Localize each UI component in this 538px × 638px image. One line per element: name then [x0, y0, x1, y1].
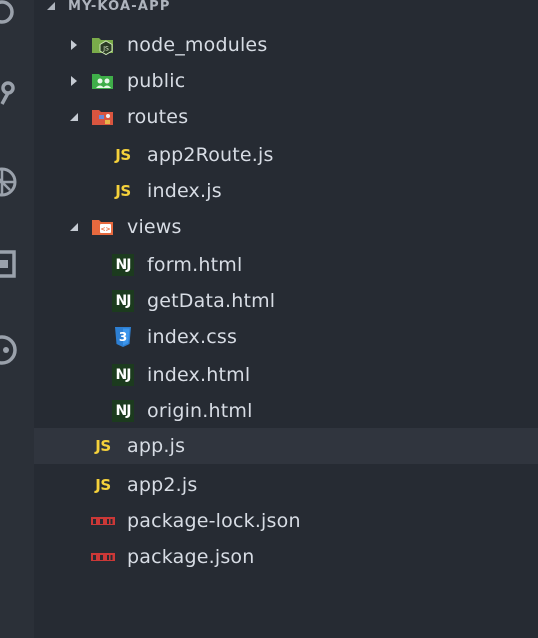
tree-item-routes[interactable]: routes: [34, 99, 538, 135]
search-icon[interactable]: [0, 0, 18, 32]
activity-bar: [0, 0, 34, 638]
chevron-down-icon: [47, 2, 55, 10]
tree-item-form-html[interactable]: NJ form.html: [34, 247, 538, 283]
svg-text:<>: <>: [100, 226, 110, 233]
tree-item-index-css[interactable]: 3 index.css: [34, 319, 538, 355]
tree-item-label: index.css: [147, 326, 238, 348]
chevron-down-icon[interactable]: [68, 111, 80, 123]
nunjucks-file-icon: NJ: [111, 289, 135, 313]
nunjucks-file-icon: NJ: [111, 399, 135, 423]
nunjucks-file-icon: NJ: [111, 363, 135, 387]
tree-item-label: public: [127, 70, 186, 92]
remote-icon[interactable]: [0, 334, 18, 366]
tree-item-label: routes: [127, 106, 189, 128]
tree-item-label: package.json: [127, 546, 255, 568]
svg-text:JS: JS: [102, 46, 109, 53]
source-control-icon[interactable]: [0, 74, 18, 106]
javascript-file-icon: JS: [95, 437, 111, 455]
folder-routes-icon: [91, 105, 115, 129]
javascript-file-icon: JS: [115, 182, 131, 200]
npm-icon: [91, 509, 115, 533]
tree-item-label: package-lock.json: [127, 510, 301, 532]
chevron-right-icon[interactable]: [68, 75, 80, 87]
npm-icon: [91, 545, 115, 569]
debug-icon[interactable]: [0, 166, 18, 198]
tree-item-app2route-js[interactable]: JS app2Route.js: [34, 137, 538, 173]
javascript-file-icon: JS: [95, 476, 111, 494]
tree-item-label: app2Route.js: [147, 144, 274, 166]
tree-item-views[interactable]: <> views: [34, 209, 538, 245]
tree-item-label: app2.js: [127, 474, 198, 496]
folder-node-icon: JS: [91, 33, 115, 57]
css-file-icon: 3: [111, 325, 135, 349]
tree-item-label: views: [127, 216, 182, 238]
tree-item-label: origin.html: [147, 400, 253, 422]
tree-item-label: index.js: [147, 180, 222, 202]
extensions-icon[interactable]: [0, 248, 18, 280]
section-title: MY-KOA-APP: [68, 0, 171, 14]
tree-item-label: getData.html: [147, 290, 276, 312]
tree-item-package-json[interactable]: package.json: [34, 539, 538, 575]
tree-item-getdata-html[interactable]: NJ getData.html: [34, 283, 538, 319]
tree-item-node-modules[interactable]: JS node_modules: [34, 27, 538, 63]
chevron-right-icon[interactable]: [68, 39, 80, 51]
tree-item-app2-js[interactable]: JS app2.js: [34, 467, 538, 503]
tree-item-label: form.html: [147, 254, 243, 276]
nunjucks-file-icon: NJ: [111, 253, 135, 277]
folder-public-icon: [91, 69, 115, 93]
tree-item-app-js[interactable]: JS app.js: [34, 428, 538, 464]
tree-item-index-html[interactable]: NJ index.html: [34, 357, 538, 393]
tree-item-package-lock-json[interactable]: package-lock.json: [34, 503, 538, 539]
tree-item-public[interactable]: public: [34, 63, 538, 99]
explorer-section-header[interactable]: MY-KOA-APP: [34, 0, 538, 17]
chevron-down-icon[interactable]: [68, 221, 80, 233]
folder-views-icon: <>: [91, 215, 115, 239]
javascript-file-icon: JS: [115, 146, 131, 164]
tree-item-index-js[interactable]: JS index.js: [34, 173, 538, 209]
tree-item-origin-html[interactable]: NJ origin.html: [34, 393, 538, 429]
tree-item-label: app.js: [127, 435, 186, 457]
tree-item-label: index.html: [147, 364, 251, 386]
tree-item-label: node_modules: [127, 34, 268, 56]
